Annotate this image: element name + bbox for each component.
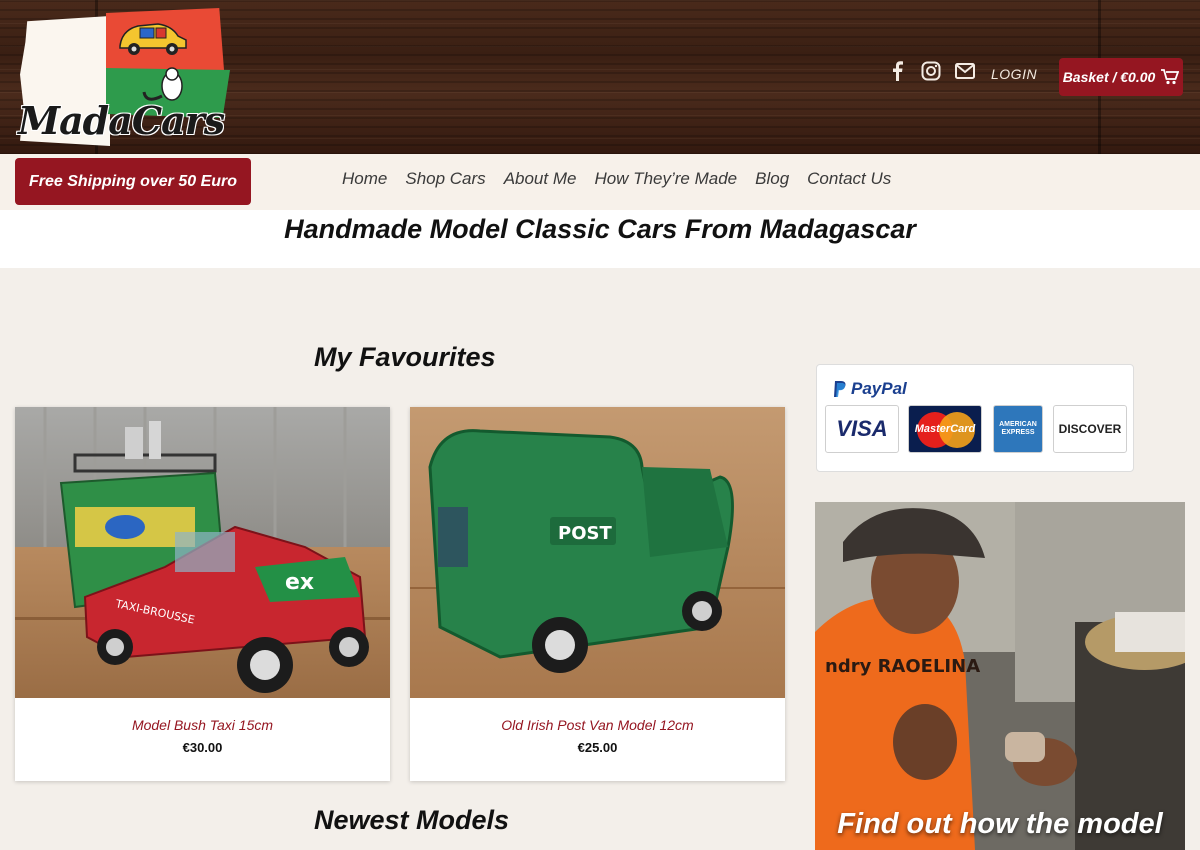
nav-item-blog[interactable]: Blog — [755, 169, 789, 189]
nav-item-about-me[interactable]: About Me — [504, 169, 577, 189]
promo-caption: Find out how the model — [837, 808, 1163, 840]
facebook-icon[interactable] — [886, 60, 908, 82]
svg-text:ex: ex — [285, 570, 314, 595]
mastercard-label: MasterCard — [914, 423, 976, 435]
cart-icon — [1161, 69, 1180, 85]
discover-label: DISCOVER — [1058, 422, 1122, 436]
instagram-icon[interactable] — [920, 60, 942, 82]
svg-text:ndry RAOELINA: ndry RAOELINA — [825, 656, 980, 677]
nav-item-contact-us[interactable]: Contact Us — [807, 169, 891, 189]
nav-item-shop-cars[interactable]: Shop Cars — [405, 169, 485, 189]
product-price: €25.00 — [577, 740, 618, 755]
basket-button[interactable]: Basket / €0.00 — [1059, 58, 1183, 96]
visa-logo: VISA — [825, 405, 899, 453]
site-logo[interactable]: MadaCars — [14, 6, 230, 150]
favourites-heading: My Favourites — [314, 342, 496, 372]
logo-car-icon — [119, 23, 187, 55]
basket-label: Basket / €0.00 — [1062, 69, 1156, 85]
artisan-photo: ndry RAOELINA — [815, 502, 1185, 850]
product-card[interactable]: ex TAXI-BROUSSE Model Bush Taxi 15cm €30… — [15, 407, 390, 781]
free-shipping-button[interactable]: Free Shipping over 50 Euro — [15, 158, 251, 205]
nav-item-how-theyre-made[interactable]: How They’re Made — [594, 169, 737, 189]
payment-methods: PayPal VISA MasterCard AMERICAN EXPRESS … — [816, 364, 1134, 472]
nav-links: Home Shop Cars About Me How They’re Made… — [342, 169, 891, 189]
newest-models-heading: Newest Models — [314, 805, 510, 835]
product-name[interactable]: Old Irish Post Van Model 12cm — [410, 717, 785, 733]
nav-item-home[interactable]: Home — [342, 169, 387, 189]
page-tagline: Handmade Model Classic Cars From Madagas… — [284, 214, 916, 244]
social-icons — [886, 60, 976, 82]
visa-label: VISA — [836, 416, 888, 441]
login-link[interactable]: LOGIN — [991, 66, 1037, 82]
paypal-logo: PayPal — [833, 379, 907, 399]
amex-label: AMERICAN EXPRESS — [999, 420, 1037, 436]
logo-text: MadaCars — [18, 98, 225, 143]
product-price: €30.00 — [182, 740, 223, 755]
paypal-label: PayPal — [851, 379, 907, 398]
product-image-bush-taxi[interactable]: ex TAXI-BROUSSE — [15, 407, 390, 698]
mastercard-logo: MasterCard — [908, 405, 982, 453]
how-theyre-made-promo[interactable]: ndry RAOELINA Find out how the model — [815, 502, 1185, 850]
svg-text:POST: POST — [558, 523, 612, 544]
product-card[interactable]: POST Old Irish Post Van Model 12cm €25.0… — [410, 407, 785, 781]
envelope-icon[interactable] — [954, 60, 976, 82]
discover-logo: DISCOVER — [1053, 405, 1127, 453]
amex-logo: AMERICAN EXPRESS — [993, 405, 1043, 453]
paypal-icon — [834, 381, 846, 397]
product-name[interactable]: Model Bush Taxi 15cm — [15, 717, 390, 733]
product-image-irish-post-van[interactable]: POST — [410, 407, 785, 698]
